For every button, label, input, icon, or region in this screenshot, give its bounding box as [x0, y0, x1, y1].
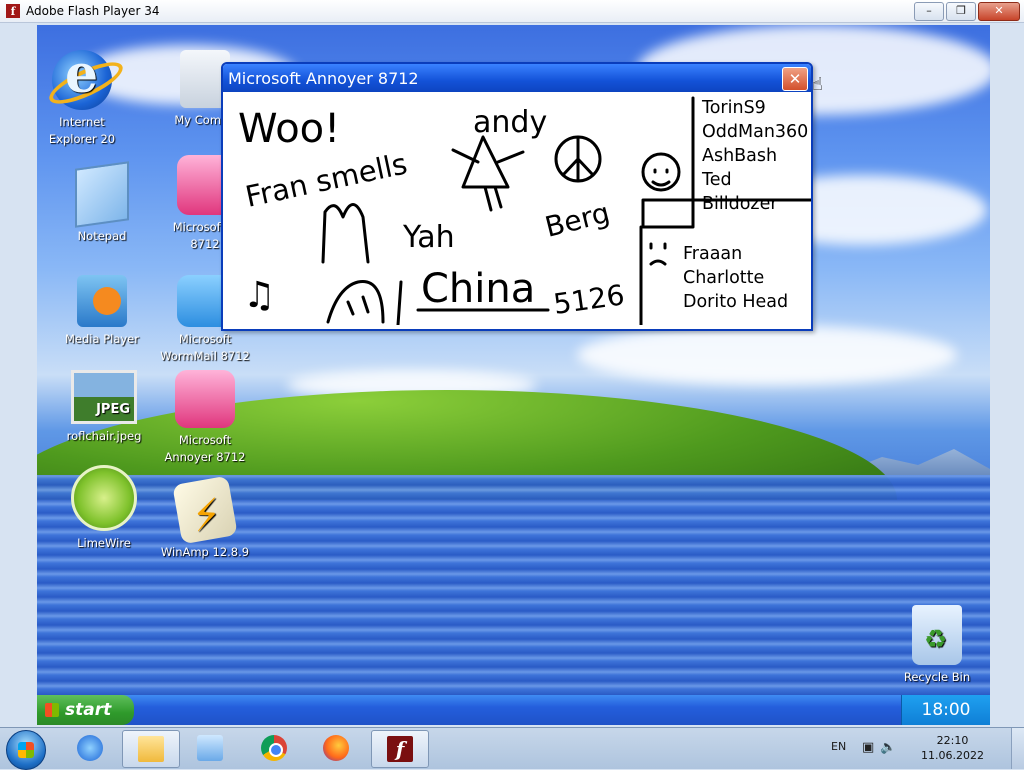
taskbar-flash-player[interactable]: f — [371, 730, 429, 768]
host-titlebar: f Adobe Flash Player 34 – ❐ ✕ — [0, 0, 1024, 23]
name-item: Fraaan — [683, 244, 743, 264]
xp-start-button[interactable]: start — [37, 695, 134, 725]
minimize-button[interactable]: – — [914, 2, 944, 21]
firefox-icon — [323, 735, 349, 761]
tray-icons[interactable]: ▣🔈 — [862, 740, 902, 755]
icon-label: Internet — [59, 115, 105, 129]
taskbar-chrome[interactable] — [246, 730, 302, 766]
system-clock[interactable]: 22:10 11.06.2022 — [921, 733, 984, 763]
name-item: AshBash — [702, 146, 778, 166]
cloud — [577, 325, 957, 385]
language-indicator[interactable]: EN — [831, 740, 846, 753]
jpeg-badge: JPEG — [96, 402, 130, 417]
scribble-music-note: ♫ — [243, 275, 275, 316]
scribble-andy: andy — [473, 105, 547, 140]
desktop-icon-notepad[interactable]: Notepad — [57, 161, 147, 245]
annoyer-dialog: Microsoft Annoyer 8712 ✕ ☝ Woo! andy Fra… — [221, 62, 823, 331]
clock-date: 11.06.2022 — [921, 749, 984, 762]
jpeg-image-icon: JPEG — [71, 370, 137, 424]
hand-cursor-icon: ☝ — [812, 74, 823, 95]
m-shape — [321, 203, 370, 264]
scribble-number: 5126 — [551, 278, 626, 321]
sad-face — [649, 242, 667, 266]
desktop-icon-annoyer[interactable]: Microsoft Annoyer 8712 — [160, 370, 250, 467]
taskbar-media-player[interactable] — [182, 730, 238, 766]
dialog-title: Microsoft Annoyer 8712 — [228, 68, 419, 88]
icon-label: Explorer 20 — [48, 132, 116, 147]
win7-taskbar: f EN ▣🔈 22:10 11.06.2022 — [0, 727, 1024, 770]
icon-label: Recycle Bin — [903, 670, 971, 684]
show-desktop-button[interactable] — [1011, 728, 1024, 769]
blob-shape — [326, 280, 385, 324]
name-item: Ted — [702, 170, 732, 190]
desktop-icon-recycle-bin[interactable]: Recycle Bin — [892, 605, 982, 686]
desktop-icon-internet-explorer[interactable]: Internet Explorer 20 — [37, 44, 127, 149]
icon-label: Microsoft — [178, 332, 232, 346]
icon-label: roflchair.jpeg — [66, 429, 142, 443]
names-list-sad: Fraaan Charlotte Dorito Head — [683, 242, 788, 314]
xp-taskbar: start 18:00 — [37, 695, 990, 725]
dialog-close-button[interactable]: ✕ — [782, 67, 808, 91]
scribble-berg: Berg — [542, 196, 613, 244]
internet-explorer-icon — [52, 44, 112, 110]
desktop-icon-limewire[interactable]: LimeWire — [59, 465, 149, 552]
host-window-controls: – ❐ ✕ — [914, 2, 1020, 21]
name-item: OddMan360 — [702, 122, 809, 142]
host-window-title: Adobe Flash Player 34 — [26, 4, 160, 18]
windows-flag-icon — [45, 703, 59, 717]
icon-label: LimeWire — [77, 536, 131, 550]
xp-clock: 18:00 — [901, 695, 990, 725]
start-label: start — [65, 700, 112, 720]
name-item: Dorito Head — [683, 292, 789, 312]
close-button[interactable]: ✕ — [978, 2, 1020, 21]
flash-icon: f — [387, 736, 413, 762]
maximize-button[interactable]: ❐ — [946, 2, 976, 21]
scribble-fran: Fran smells — [242, 146, 410, 213]
figure-limbs — [451, 148, 525, 212]
icon-label: Notepad — [77, 229, 127, 243]
media-player-icon — [197, 735, 223, 761]
desktop-icon-media-player[interactable]: Media Player — [57, 275, 147, 348]
icon-label: Annoyer 8712 — [164, 450, 246, 465]
scribble-yah: Yah — [402, 220, 455, 255]
scribble-woo: Woo! — [238, 106, 340, 152]
clock-time: 22:10 — [936, 734, 969, 747]
icon-label: WormMail 8712 — [160, 349, 250, 364]
taskbar-file-explorer[interactable] — [122, 730, 180, 768]
folder-icon — [138, 736, 164, 762]
limewire-icon — [71, 465, 137, 531]
name-item: Charlotte — [683, 268, 765, 288]
taskbar-firefox[interactable] — [308, 730, 364, 766]
name-item: Billdozer — [702, 194, 778, 214]
flash-app-icon: f — [6, 4, 20, 18]
desktop-icon-winamp[interactable]: WinAmp 12.8.9 — [160, 475, 250, 561]
icon-label: Microsoft — [178, 433, 232, 447]
media-player-icon — [77, 275, 127, 327]
notepad-icon — [75, 161, 129, 228]
scribble-china: China — [421, 266, 535, 312]
name-item: TorinS9 — [702, 98, 766, 118]
win7-start-orb[interactable] — [6, 730, 46, 770]
desktop-icon-roflchair[interactable]: JPEG roflchair.jpeg — [59, 370, 149, 445]
internet-explorer-icon — [77, 735, 103, 761]
chrome-icon — [261, 735, 287, 761]
names-list-happy: TorinS9 OddMan360 AshBash Ted Billdozer — [702, 96, 808, 216]
taskbar-internet-explorer[interactable] — [62, 730, 118, 766]
icon-label: Media Player — [65, 332, 139, 346]
annoyer-icon — [175, 370, 235, 428]
dialog-titlebar[interactable]: Microsoft Annoyer 8712 — [223, 64, 811, 92]
dialog-canvas: Woo! andy Fran smells Yah Berg China 512… — [223, 92, 811, 325]
recycle-bin-icon — [912, 605, 962, 665]
winamp-icon — [172, 475, 238, 545]
